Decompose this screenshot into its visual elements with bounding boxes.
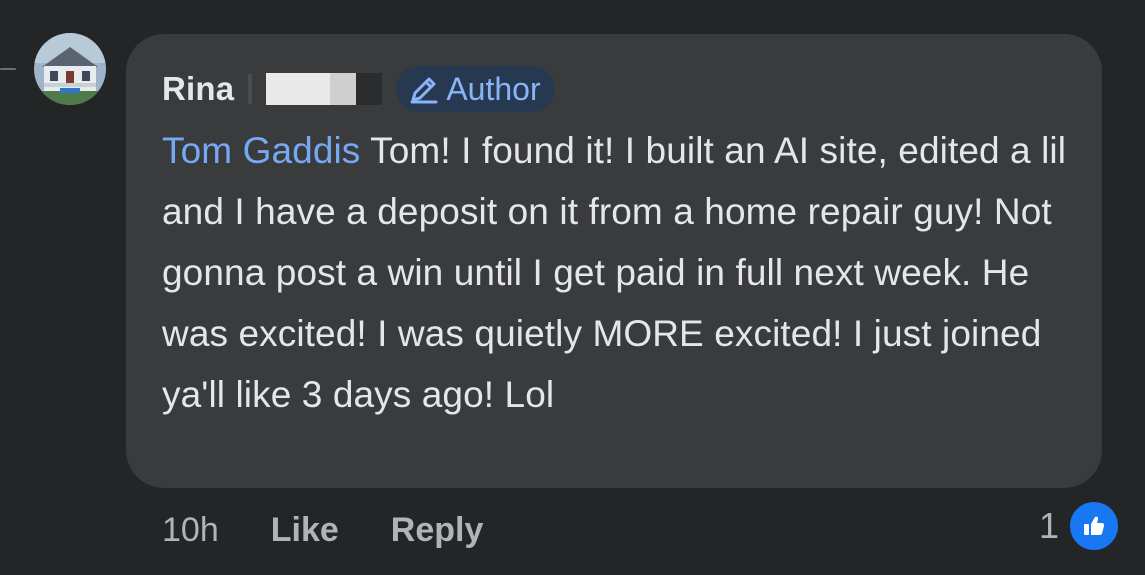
comment-actions: 10h Like Reply <box>162 502 483 558</box>
pencil-icon <box>408 73 440 105</box>
comment-body: Tom! I found it! I built an AI site, edi… <box>162 130 1067 415</box>
thread-connector-line <box>0 68 16 70</box>
comment-text: Tom Gaddis Tom! I found it! I built an A… <box>162 120 1082 425</box>
house-photo-icon <box>34 33 106 105</box>
avatar[interactable] <box>34 33 106 105</box>
reaction-summary[interactable]: 1 <box>1038 499 1121 553</box>
like-button[interactable]: Like <box>271 511 339 550</box>
comment-thread: Rina Author Tom Gaddis Tom! I found it! … <box>0 0 1145 575</box>
comment-header: Rina Author <box>162 64 555 114</box>
timestamp[interactable]: 10h <box>162 511 219 550</box>
mention-link[interactable]: Tom Gaddis <box>162 130 360 171</box>
author-badge-label: Author <box>446 70 541 107</box>
author-badge: Author <box>396 66 555 112</box>
reply-button[interactable]: Reply <box>391 511 484 550</box>
reaction-count: 1 <box>1038 505 1059 546</box>
comment-bubble: Rina Author Tom Gaddis Tom! I found it! … <box>126 34 1102 488</box>
redacted-name <box>248 71 383 107</box>
like-reaction-icon <box>1067 499 1121 553</box>
author-name[interactable]: Rina <box>162 70 234 108</box>
